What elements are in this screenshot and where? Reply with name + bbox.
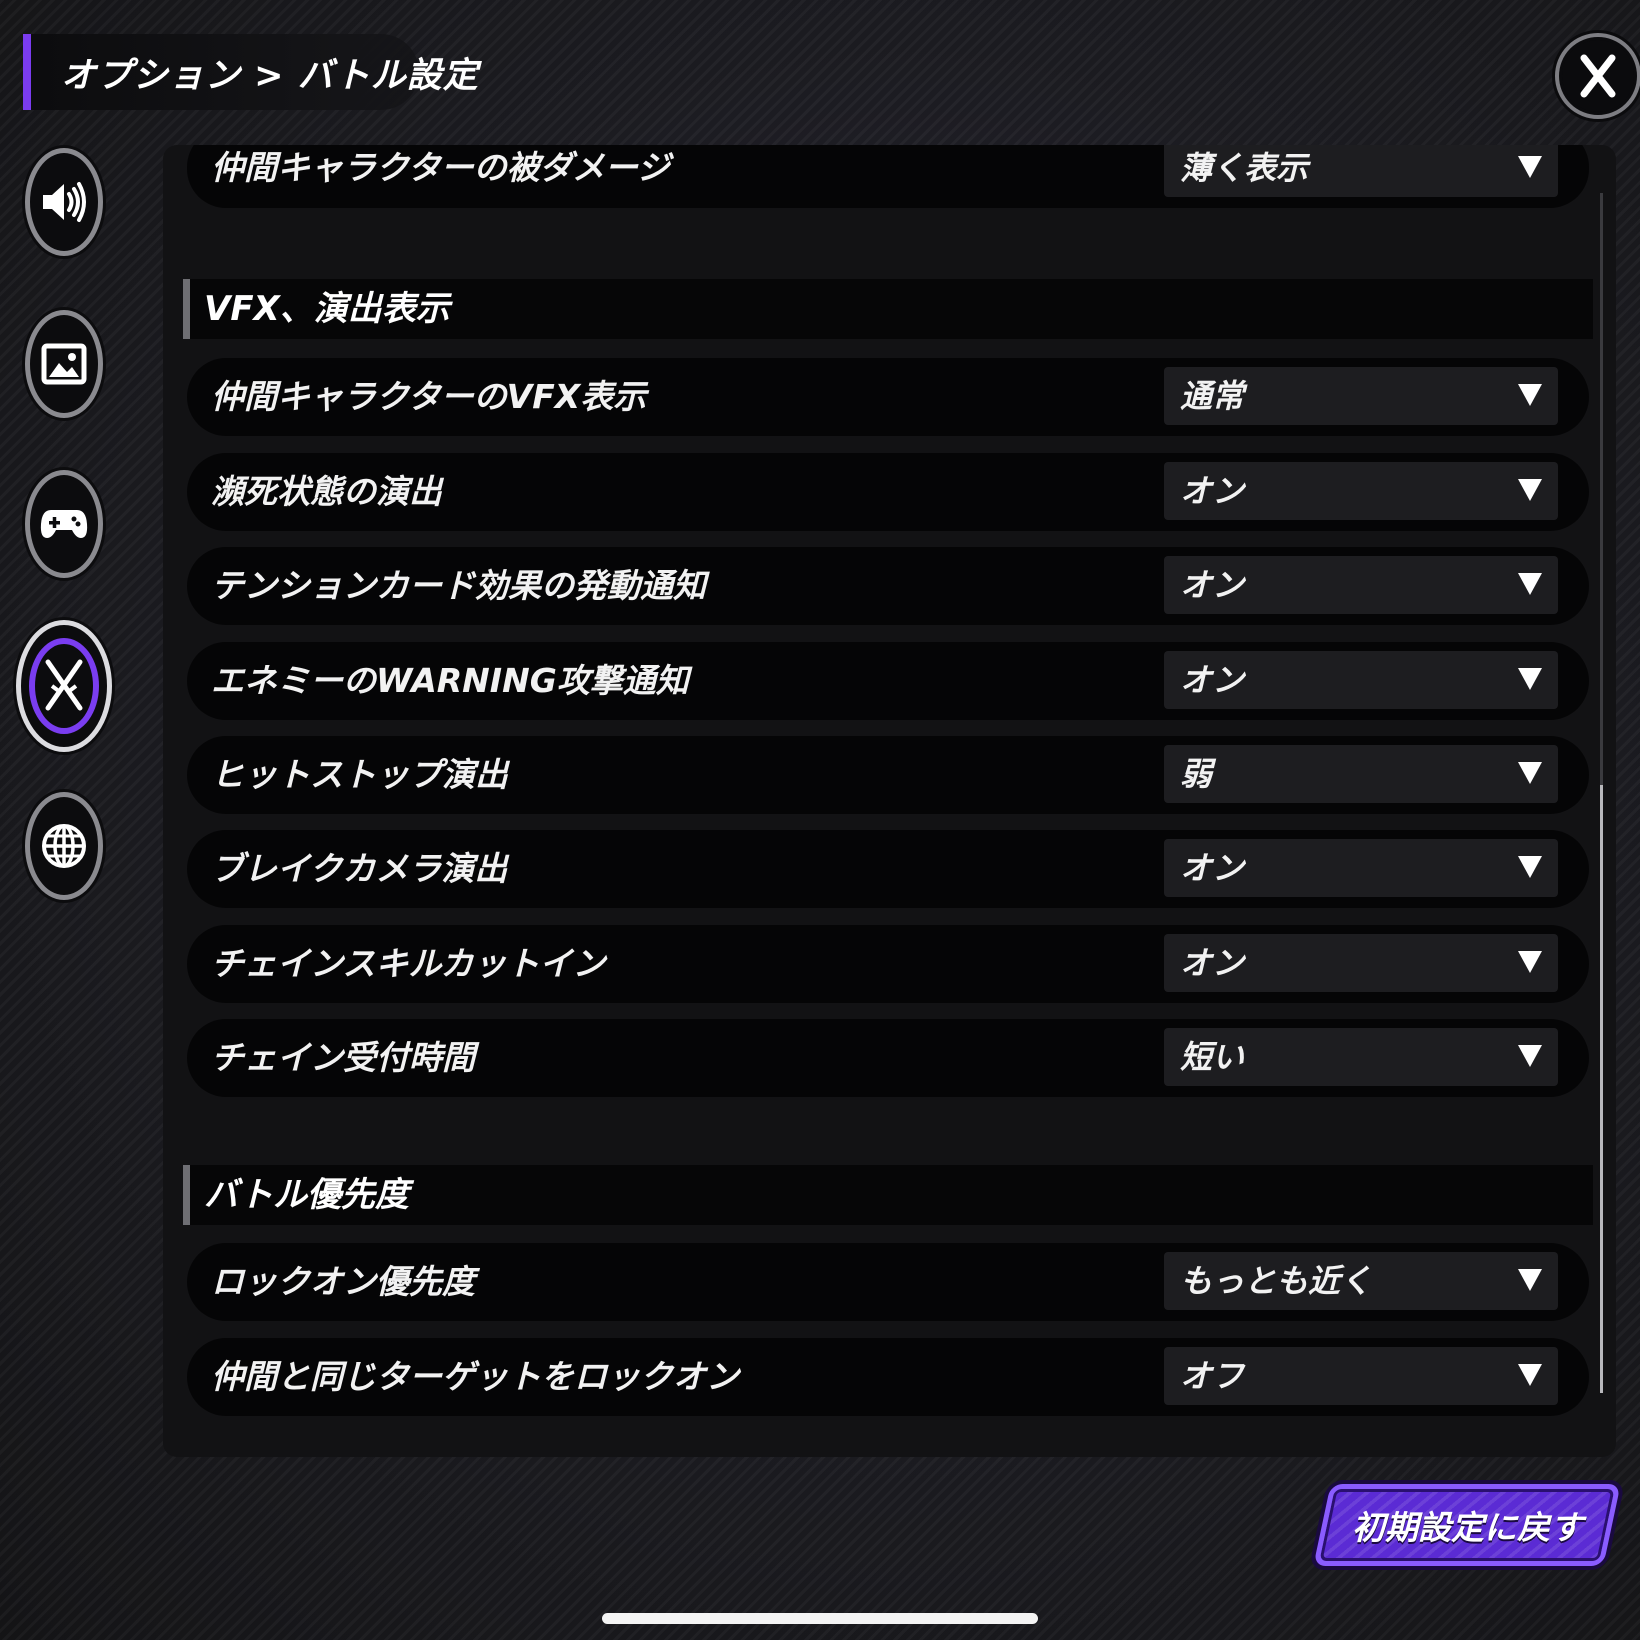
globe-icon — [42, 824, 86, 868]
setting-row: テンションカード効果の発動通知 オン — [187, 547, 1589, 625]
setting-dropdown[interactable]: オン — [1164, 556, 1558, 614]
chevron-down-icon — [1518, 384, 1542, 406]
page-title: オプション > バトル設定 — [61, 55, 479, 96]
setting-dropdown[interactable]: オン — [1164, 839, 1558, 897]
nav-battle[interactable] — [16, 620, 112, 752]
breadcrumb-header: オプション > バトル設定 — [23, 34, 478, 110]
chevron-down-icon — [1518, 762, 1542, 784]
setting-label: ヒットストップ演出 — [211, 755, 508, 794]
section-title: VFX、演出表示 — [204, 289, 450, 329]
setting-row-ally-damage: 仲間キャラクターの被ダメージ 薄く表示 — [187, 145, 1589, 208]
dropdown-value: 通常 — [1180, 377, 1245, 415]
setting-dropdown[interactable]: 薄く表示 — [1164, 145, 1558, 197]
dropdown-value: オン — [1180, 849, 1245, 887]
setting-row: 瀕死状態の演出 オン — [187, 453, 1589, 531]
active-ring — [29, 638, 99, 734]
nav-sound[interactable] — [25, 148, 103, 256]
scrollbar-thumb[interactable] — [1600, 785, 1603, 1393]
section-header-priority: バトル優先度 — [183, 1165, 1593, 1225]
dropdown-value: 短い — [1180, 1038, 1245, 1076]
close-button[interactable] — [1555, 33, 1640, 119]
setting-dropdown[interactable]: オン — [1164, 651, 1558, 709]
settings-list: 仲間キャラクターの被ダメージ 薄く表示 VFX、演出表示 仲間キャラクターのVF… — [163, 145, 1616, 1457]
setting-label: 瀕死状態の演出 — [211, 472, 442, 511]
chevron-down-icon — [1518, 156, 1542, 178]
chevron-down-icon — [1518, 573, 1542, 595]
gamepad-icon — [40, 510, 88, 538]
setting-label: 仲間キャラクターの被ダメージ — [211, 148, 671, 187]
dropdown-value: 薄く表示 — [1180, 149, 1309, 187]
chevron-down-icon — [1518, 1045, 1542, 1067]
reset-defaults-button[interactable]: 初期設定に戻す — [1313, 1484, 1621, 1566]
setting-label: チェインスキルカットイン — [211, 944, 606, 983]
chevron-down-icon — [1518, 951, 1542, 973]
setting-dropdown[interactable]: 短い — [1164, 1028, 1558, 1086]
setting-row: ヒットストップ演出 弱 — [187, 736, 1589, 814]
setting-dropdown[interactable]: オフ — [1164, 1347, 1558, 1405]
dropdown-value: オン — [1180, 661, 1245, 699]
setting-row: チェインスキルカットイン オン — [187, 925, 1589, 1003]
nav-graphics[interactable] — [25, 310, 103, 418]
dropdown-value: オン — [1180, 472, 1245, 510]
dropdown-value: もっとも近く — [1180, 1262, 1373, 1300]
nav-controls[interactable] — [25, 470, 103, 578]
nav-language[interactable] — [25, 792, 103, 900]
scrollbar[interactable] — [1600, 193, 1603, 1393]
setting-row: チェイン受付時間 短い — [187, 1019, 1589, 1097]
setting-label: チェイン受付時間 — [211, 1038, 475, 1077]
speaker-icon — [43, 182, 86, 222]
dropdown-value: 弱 — [1180, 755, 1213, 793]
crossed-swords-icon — [45, 659, 83, 711]
close-x-icon — [1580, 54, 1616, 98]
setting-label: 仲間キャラクターのVFX表示 — [211, 377, 647, 416]
section-title: バトル優先度 — [204, 1175, 410, 1215]
options-screen: オプション > バトル設定 仲間キャラクターの被ダメージ 薄く表示 VFX、演出… — [0, 0, 1640, 1640]
setting-label: ロックオン優先度 — [211, 1262, 475, 1301]
setting-dropdown[interactable]: 弱 — [1164, 745, 1558, 803]
chevron-down-icon — [1518, 668, 1542, 690]
chevron-down-icon — [1518, 1364, 1542, 1386]
setting-label: テンションカード効果の発動通知 — [211, 566, 706, 605]
dropdown-value: オン — [1180, 944, 1245, 982]
dropdown-value: オン — [1180, 566, 1245, 604]
home-indicator[interactable] — [602, 1613, 1038, 1624]
reset-defaults-label: 初期設定に戻す — [1351, 1508, 1583, 1547]
image-icon — [41, 343, 87, 385]
setting-row: ロックオン優先度 もっとも近く — [187, 1243, 1589, 1321]
setting-dropdown[interactable]: 通常 — [1164, 367, 1558, 425]
section-header-vfx: VFX、演出表示 — [183, 279, 1593, 339]
setting-label: エネミーのWARNING攻撃通知 — [211, 661, 689, 700]
setting-dropdown[interactable]: もっとも近く — [1164, 1252, 1558, 1310]
setting-label: 仲間と同じターゲットをロックオン — [211, 1357, 739, 1396]
dropdown-value: オフ — [1180, 1357, 1245, 1395]
setting-row: エネミーのWARNING攻撃通知 オン — [187, 642, 1589, 720]
setting-dropdown[interactable]: オン — [1164, 462, 1558, 520]
settings-panel[interactable]: 仲間キャラクターの被ダメージ 薄く表示 VFX、演出表示 仲間キャラクターのVF… — [163, 145, 1616, 1457]
setting-dropdown[interactable]: オン — [1164, 934, 1558, 992]
chevron-down-icon — [1518, 479, 1542, 501]
setting-row: 仲間キャラクターのVFX表示 通常 — [187, 358, 1589, 436]
chevron-down-icon — [1518, 856, 1542, 878]
chevron-down-icon — [1518, 1269, 1542, 1291]
setting-row: 仲間と同じターゲットをロックオン オフ — [187, 1338, 1589, 1416]
setting-label: ブレイクカメラ演出 — [211, 849, 508, 888]
setting-row: ブレイクカメラ演出 オン — [187, 830, 1589, 908]
